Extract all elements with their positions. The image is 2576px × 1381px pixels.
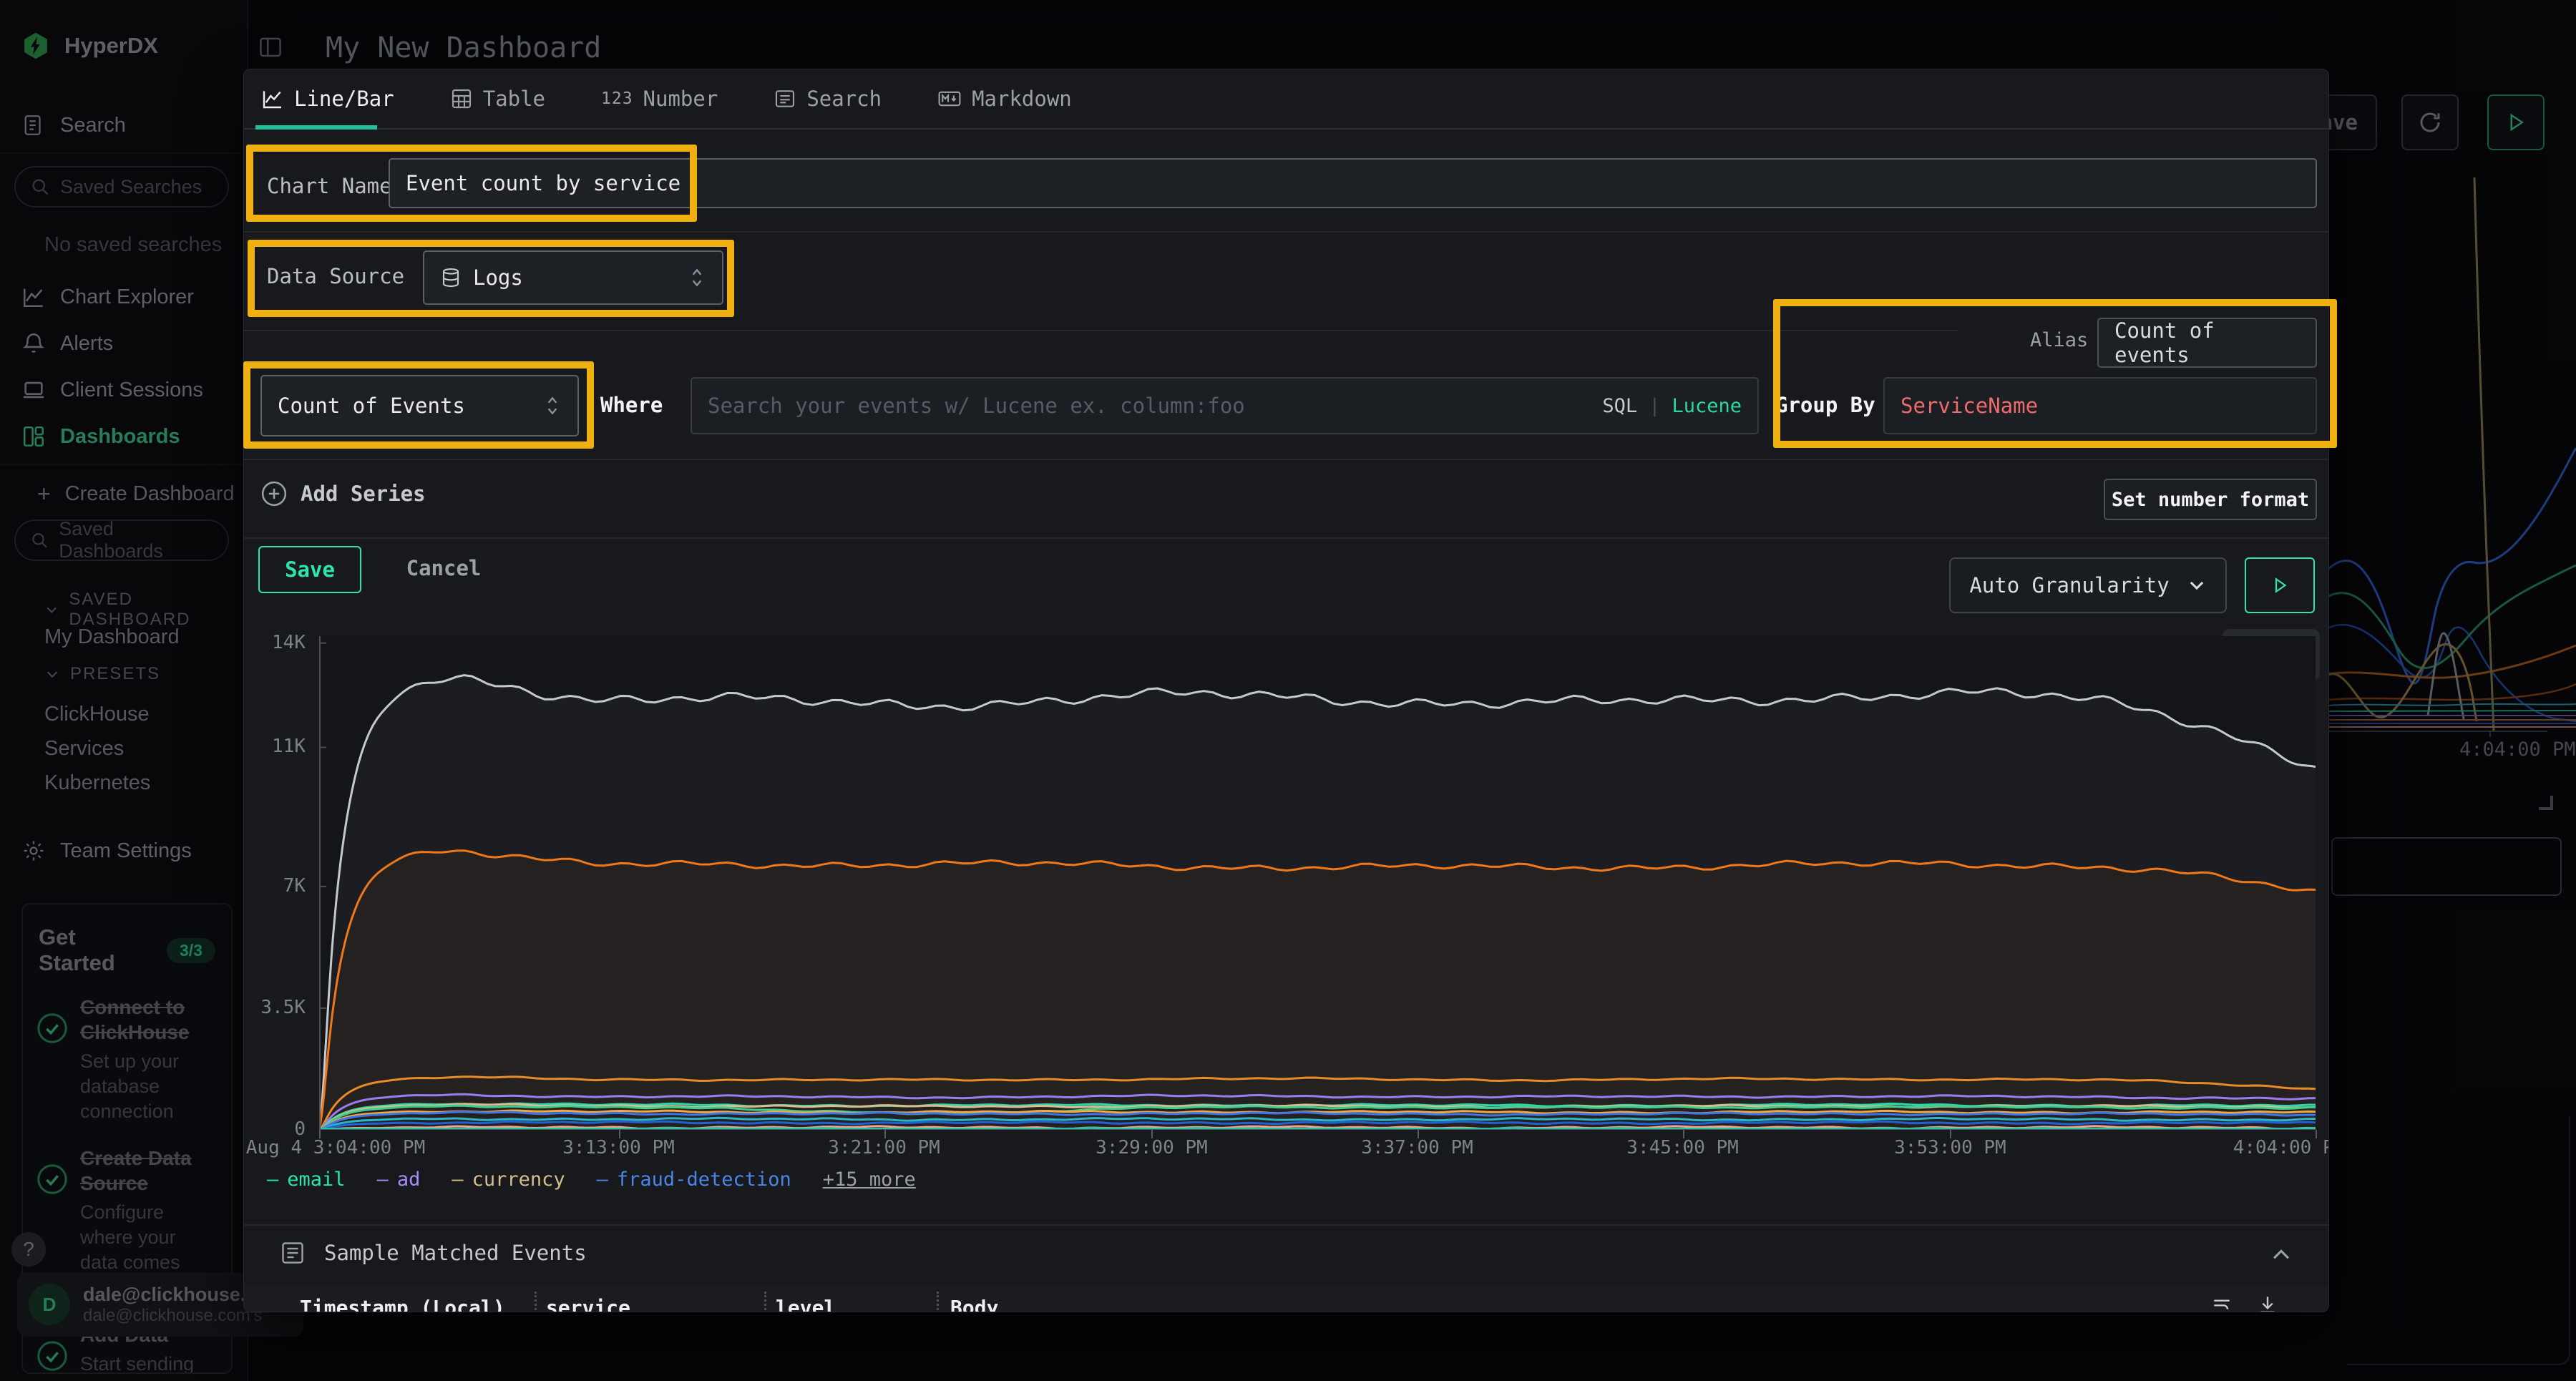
legend-item: —fraud-detection [597,1168,791,1191]
column-header[interactable]: service [546,1296,630,1312]
granularity-select[interactable]: Auto Granularity [1949,557,2227,613]
legend-item: —ad [377,1168,421,1191]
where-placeholder: Search your events w/ Lucene ex. column:… [708,394,1245,418]
table-icon [450,87,473,110]
x-axis-labels: Aug 4 3:04:00 PM3:13:00 PM3:21:00 PM3:29… [319,1130,2316,1161]
download-icon[interactable] [2256,1293,2279,1312]
divider [244,1224,2328,1226]
divider [244,231,2328,233]
column-separator [535,1292,537,1312]
circle-plus-icon [260,480,288,507]
x-tick-label: 3:29:00 PM [1096,1137,1208,1158]
y-tick-label: 14K [244,632,306,653]
events-table-header: Timestamp (Local) service level Body [244,1286,2328,1312]
where-search-input[interactable]: Search your events w/ Lucene ex. column:… [691,377,1759,434]
sql-toggle[interactable]: SQL [1602,395,1637,417]
y-tick-label: 11K [244,736,306,757]
set-number-format-button[interactable]: Set number format [2104,479,2317,520]
markdown-icon [937,87,962,110]
number-123-icon: 123 [601,89,633,108]
column-separator [937,1292,939,1312]
play-icon [2269,575,2290,596]
legend-swatch: — [377,1168,389,1191]
app-root: HyperDX Search Saved Searches No saved s… [0,0,2576,1381]
x-tick-label: 4:04:00 PM [2233,1137,2329,1158]
chevron-down-icon [2187,575,2207,595]
annotation-box-data-source [248,240,734,317]
legend-more-link[interactable]: +15 more [823,1168,916,1191]
legend-item: —currency [452,1168,565,1191]
event-list-icon [280,1240,306,1266]
tab-search[interactable]: Search [774,87,882,111]
divider [244,330,1958,331]
collapse-section-button[interactable] [2269,1243,2293,1267]
sample-events-header[interactable]: Sample Matched Events [280,1240,587,1266]
x-tick-label: 3:13:00 PM [562,1137,675,1158]
active-tab-underline [255,125,377,130]
y-tick-label: 0 [244,1118,306,1140]
y-tick-label: 7K [244,875,306,897]
divider [244,459,2328,460]
cancel-button[interactable]: Cancel [397,546,490,590]
legend-swatch: — [452,1168,463,1191]
x-tick-label: Aug 4 3:04:00 PM [246,1137,425,1158]
timeseries-chart[interactable] [319,636,2316,1130]
where-label: Where [600,393,663,417]
run-query-button[interactable] [2245,557,2315,613]
column-separator [764,1292,766,1312]
x-tick-label: 3:53:00 PM [1894,1137,2006,1158]
tab-line-bar[interactable]: Line/Bar [261,87,394,111]
divider [244,537,2328,539]
chevron-up-icon [2269,1243,2293,1267]
line-chart-icon [261,87,284,110]
annotation-box-aggregation [243,361,594,449]
y-tick-label: 3.5K [244,997,306,1018]
tab-table[interactable]: Table [450,87,545,111]
chart-type-tabs: Line/Bar Table 123 Number Search [244,69,2328,130]
tab-markdown[interactable]: Markdown [937,87,1072,111]
lucene-toggle[interactable]: Lucene [1672,395,1742,417]
x-tick-label: 3:45:00 PM [1626,1137,1739,1158]
table-options-icon[interactable] [2210,1293,2233,1312]
column-header[interactable]: Timestamp (Local) [300,1296,505,1312]
legend-item: —email [267,1168,346,1191]
x-tick-label: 3:37:00 PM [1361,1137,1473,1158]
column-header[interactable]: Body [950,1296,998,1312]
legend-swatch: — [267,1168,278,1191]
legend-swatch: — [597,1168,608,1191]
add-series-button[interactable]: Add Series [260,480,426,507]
save-button[interactable]: Save [258,546,361,593]
chart-legend: —email —ad —currency —fraud-detection +1… [267,1168,916,1191]
tab-number[interactable]: 123 Number [601,87,718,111]
annotation-box-chart-name [246,145,697,222]
annotation-box-group-by [1773,299,2337,448]
search-doc-icon [774,87,796,110]
x-tick-label: 3:21:00 PM [828,1137,940,1158]
column-header[interactable]: level [776,1296,836,1312]
